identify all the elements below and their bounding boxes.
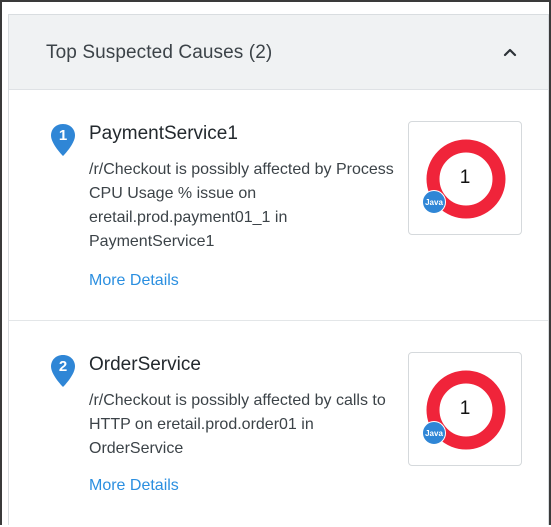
more-details-link[interactable]: More Details [89,477,179,495]
cause-description: /r/Checkout is possibly affected by Proc… [89,161,394,250]
rank-number: 2 [58,358,68,375]
cause-item: 2 OrderService /r/Checkout is possibly a… [9,321,548,527]
more-details-link[interactable]: More Details [89,272,179,290]
panel-header[interactable]: Top Suspected Causes (2) [9,15,548,90]
java-badge-icon: Java [422,190,446,214]
rank-pin-icon: 1 [49,122,77,158]
cause-name: PaymentService1 [89,123,238,144]
affected-entities-donut[interactable]: 1 Java [408,121,522,235]
donut-count: 1 [459,167,471,188]
cause-description: /r/Checkout is possibly affected by call… [89,392,386,457]
donut-count: 1 [459,398,471,419]
rank-pin-icon: 2 [49,353,77,389]
cause-name: OrderService [89,354,201,375]
java-badge-icon: Java [422,421,446,445]
cause-item: 1 PaymentService1 /r/Checkout is possibl… [9,90,548,321]
rank-number: 1 [58,127,68,144]
panel-title: Top Suspected Causes (2) [46,42,273,63]
chevron-up-icon[interactable] [498,40,522,64]
suspected-causes-panel: Top Suspected Causes (2) 1 PaymentServic… [8,14,549,525]
affected-entities-donut[interactable]: 1 Java [408,352,522,466]
